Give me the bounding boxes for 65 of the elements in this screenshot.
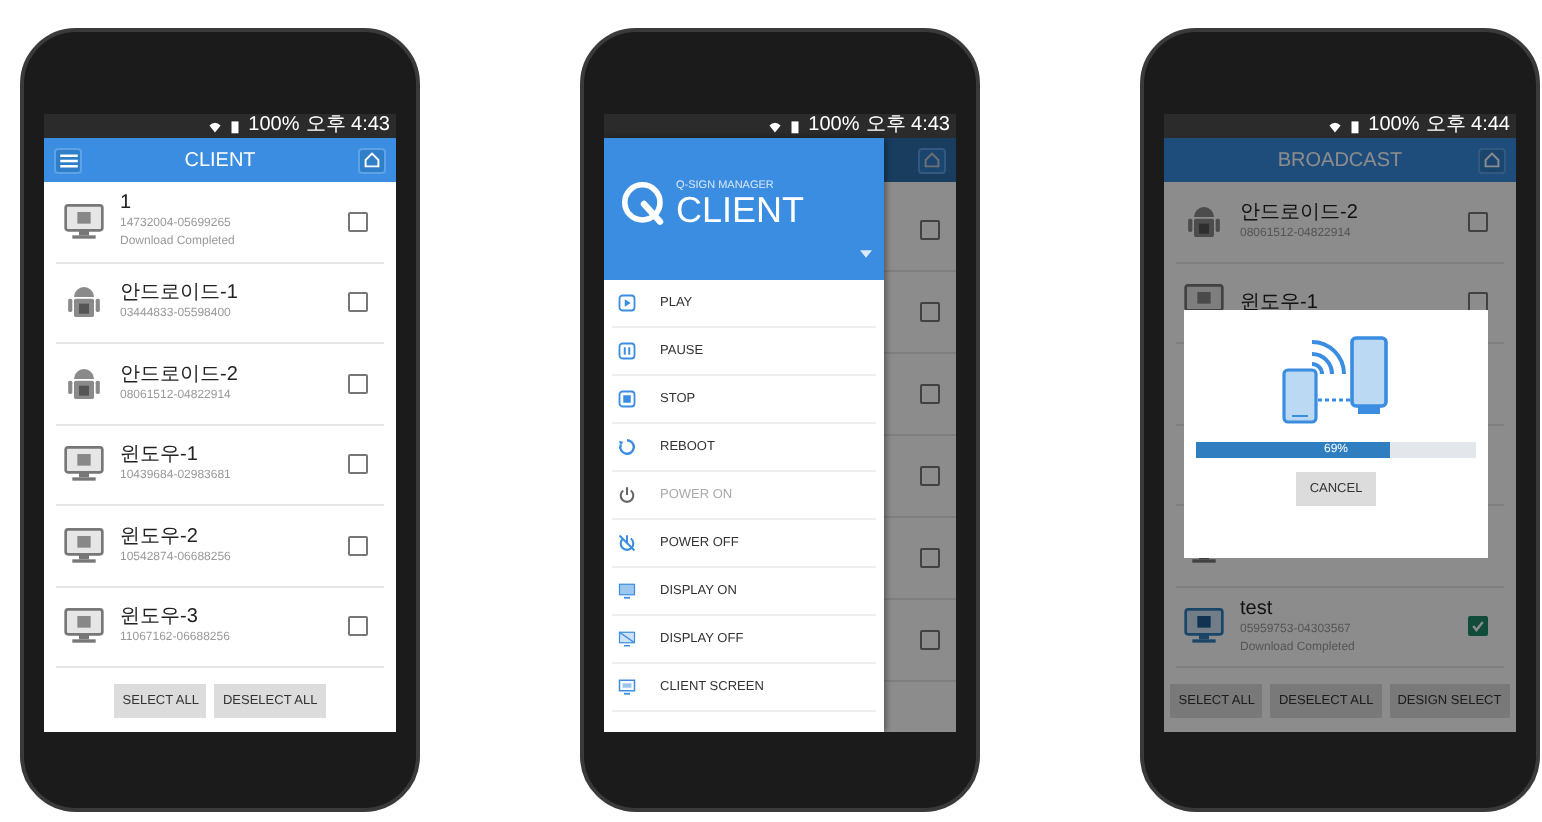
monitor-icon (64, 201, 104, 242)
home-icon (364, 152, 380, 168)
home-button[interactable] (918, 147, 946, 173)
device-name: 안드로이드-2 (1240, 201, 1360, 224)
battery-icon (228, 119, 243, 133)
battery-level: 100% (248, 114, 300, 138)
app-title: CLIENT (676, 191, 805, 227)
caret-icon[interactable] (860, 250, 872, 258)
battery-icon (788, 119, 803, 133)
checkbox[interactable] (920, 466, 940, 486)
power-off-icon (618, 534, 636, 552)
device-name: 안드로이드-1 (120, 282, 240, 305)
monitor-icon (64, 444, 104, 485)
checkbox[interactable] (920, 220, 940, 240)
android-robot-icon (1184, 201, 1224, 242)
wifi-icon (208, 119, 223, 133)
pause-icon (618, 342, 636, 360)
clock: 오후 4:43 (865, 114, 950, 138)
device-name: 윈도우-1 (1240, 291, 1320, 314)
home-button[interactable] (358, 147, 386, 173)
checkbox[interactable] (1468, 616, 1488, 637)
play-icon (618, 294, 636, 312)
android-robot-icon (64, 282, 104, 323)
device-name: 윈도우-1 (120, 444, 200, 467)
monitor-off-icon (618, 630, 636, 648)
checkbox[interactable] (920, 548, 940, 568)
refresh-icon (618, 438, 636, 456)
menu-button[interactable] (54, 147, 82, 173)
checkbox[interactable] (348, 616, 368, 637)
screen-icon (618, 678, 636, 696)
device-name: 1 (120, 192, 134, 215)
checkbox[interactable] (348, 454, 368, 475)
monitor-icon (64, 606, 104, 647)
checkbox[interactable] (920, 302, 940, 322)
checkbox[interactable] (348, 292, 368, 313)
power-icon (618, 486, 636, 504)
stop-icon (618, 390, 636, 408)
battery-level: 100% (808, 114, 860, 138)
clock: 오후 4:44 (1425, 114, 1510, 138)
battery-icon (1348, 119, 1363, 133)
device-name: 윈도우-2 (120, 525, 200, 548)
monitor-icon (618, 582, 636, 600)
q-logo-icon (620, 179, 668, 227)
monitor-icon (1184, 606, 1224, 647)
wifi-icon (1328, 119, 1343, 133)
checkbox[interactable] (920, 384, 940, 404)
checkbox[interactable] (920, 630, 940, 650)
menu-icon (59, 153, 77, 167)
home-icon (1483, 152, 1500, 168)
monitor-icon (64, 525, 104, 566)
checkbox[interactable] (348, 211, 368, 232)
device-name: test (1240, 597, 1275, 620)
device-name: 윈도우-3 (120, 606, 200, 629)
checkbox[interactable] (1468, 211, 1488, 232)
checkbox[interactable] (348, 535, 368, 556)
device-name: 안드로이드-2 (120, 363, 240, 386)
home-button[interactable] (1477, 147, 1506, 173)
clock: 오후 4:43 (305, 114, 390, 138)
battery-level: 100% (1368, 114, 1420, 138)
header-title: BROADCAST (1277, 149, 1403, 171)
android-robot-icon (64, 363, 104, 404)
home-icon (924, 152, 940, 168)
header-title: CLIENT (184, 149, 256, 171)
checkbox[interactable] (348, 373, 368, 394)
wifi-icon (768, 119, 783, 133)
